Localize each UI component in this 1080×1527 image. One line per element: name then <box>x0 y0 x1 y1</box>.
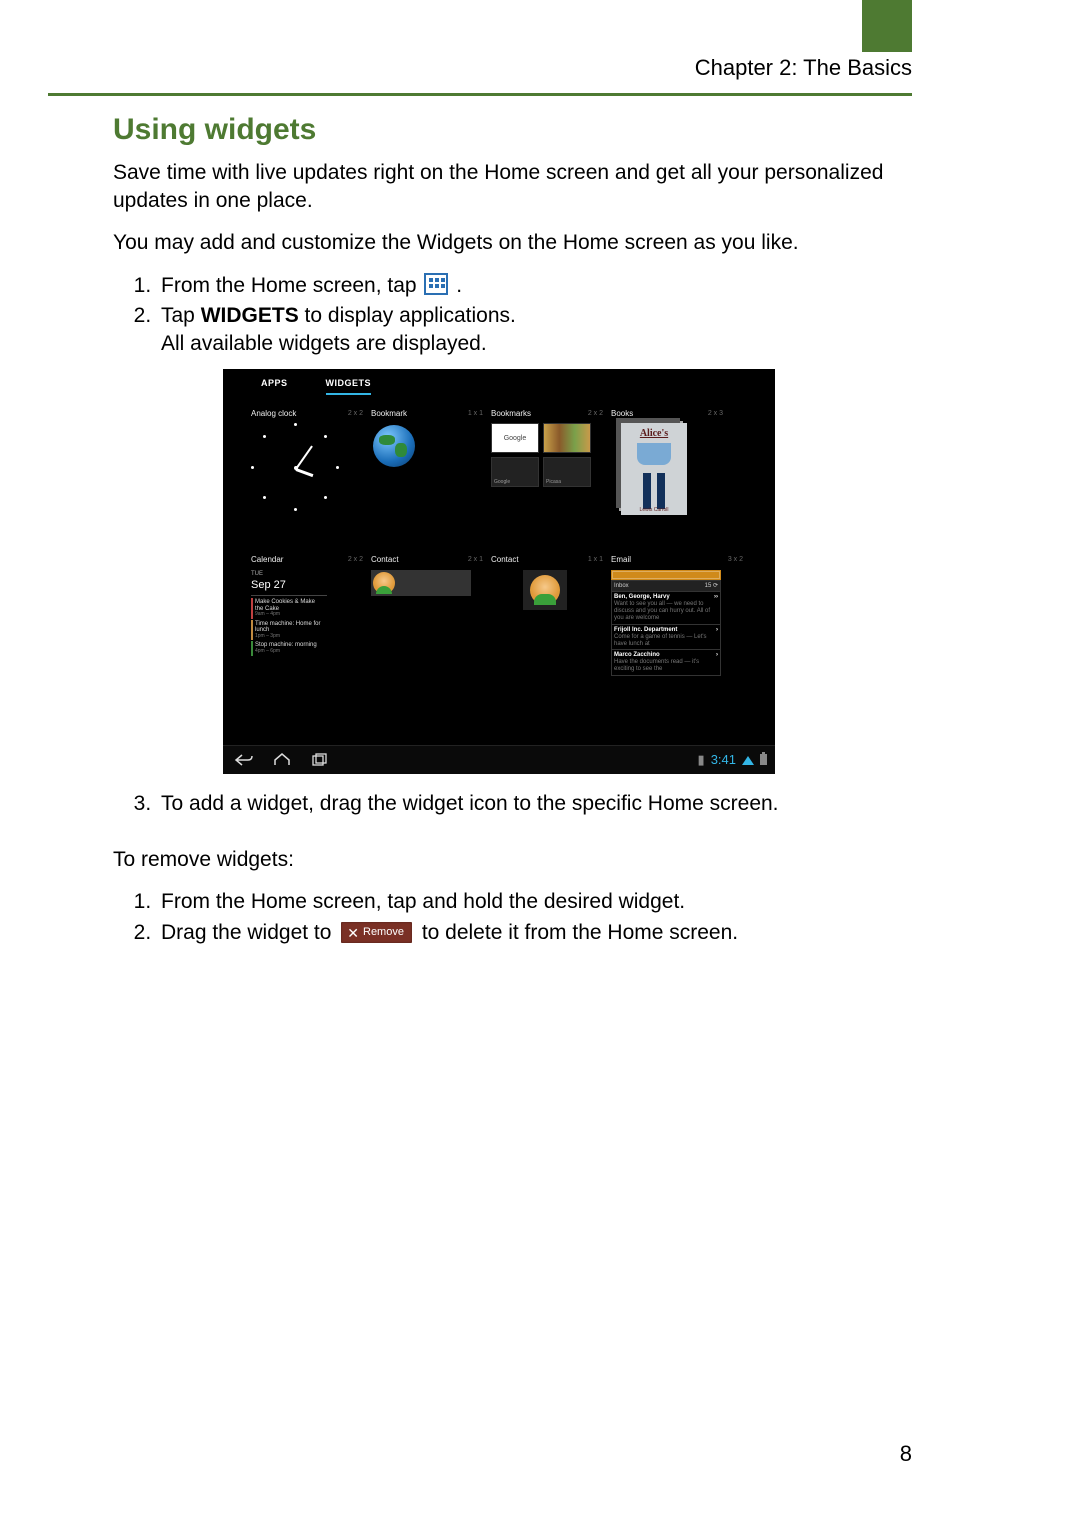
book-icon: Alice's Lewis Carroll <box>621 423 687 515</box>
back-button[interactable] <box>231 750 257 770</box>
add-widget-steps-continued: To add a widget, drag the widget icon to… <box>113 790 912 818</box>
clock-icon <box>251 423 341 513</box>
remove-intro: To remove widgets: <box>113 846 912 874</box>
intro-paragraph-1: Save time with live updates right on the… <box>113 159 912 216</box>
screenshot-tabs: APPS WIDGETS <box>261 377 371 395</box>
widget-contact-wide[interactable]: Contact2 x 1 <box>371 555 491 662</box>
section-title: Using widgets <box>113 110 912 151</box>
remove-step-1: From the Home screen, tap and hold the d… <box>157 888 912 916</box>
nav-bar: ▮ 3:41 <box>223 745 775 774</box>
widget-analog-clock[interactable]: Analog clock2 x 2 <box>251 409 371 516</box>
wifi-icon <box>742 756 754 765</box>
step-3: To add a widget, drag the widget icon to… <box>157 790 912 818</box>
add-widget-steps: From the Home screen, tap . Tap WIDGETS … <box>113 272 912 359</box>
status-time: 3:41 <box>711 751 736 769</box>
chapter-label: Chapter 2: The Basics <box>695 53 912 83</box>
widget-bookmarks[interactable]: Bookmarks2 x 2 Google Google Picasa <box>491 409 611 516</box>
page-tab-decoration <box>862 0 912 52</box>
close-icon: ✕ <box>347 926 359 940</box>
widgets-screenshot: APPS WIDGETS Analog clock2 x 2 <box>223 369 775 774</box>
widget-calendar[interactable]: Calendar2 x 2 TUE Sep 27 Make Cookies & … <box>251 555 371 662</box>
avatar-icon <box>530 575 560 605</box>
apps-icon <box>424 273 448 295</box>
page-number: 8 <box>900 1439 912 1469</box>
page-header: Chapter 2: The Basics <box>48 53 912 96</box>
globe-icon <box>373 425 415 467</box>
widget-books[interactable]: Books2 x 3 Alice's Lewis Carroll <box>611 409 731 516</box>
widget-email[interactable]: Email3 x 2 Inbox15 ⟳ Ben, George, Harvy›… <box>611 555 751 662</box>
widget-bookmark[interactable]: Bookmark1 x 1 <box>371 409 491 516</box>
remove-button: ✕ Remove <box>341 922 412 943</box>
remove-step-2: Drag the widget to ✕ Remove to delete it… <box>157 919 912 947</box>
recent-apps-button[interactable] <box>307 750 333 770</box>
home-button[interactable] <box>269 750 295 770</box>
avatar-icon <box>373 572 395 594</box>
battery-icon <box>760 754 767 765</box>
remove-widget-steps: From the Home screen, tap and hold the d… <box>113 888 912 947</box>
widget-contact-square[interactable]: Contact1 x 1 <box>491 555 611 662</box>
step-2: Tap WIDGETS to display applications. All… <box>157 302 912 359</box>
step-1: From the Home screen, tap . <box>157 272 912 300</box>
tab-widgets[interactable]: WIDGETS <box>326 377 372 395</box>
intro-paragraph-2: You may add and customize the Widgets on… <box>113 229 912 257</box>
tab-apps[interactable]: APPS <box>261 377 288 395</box>
